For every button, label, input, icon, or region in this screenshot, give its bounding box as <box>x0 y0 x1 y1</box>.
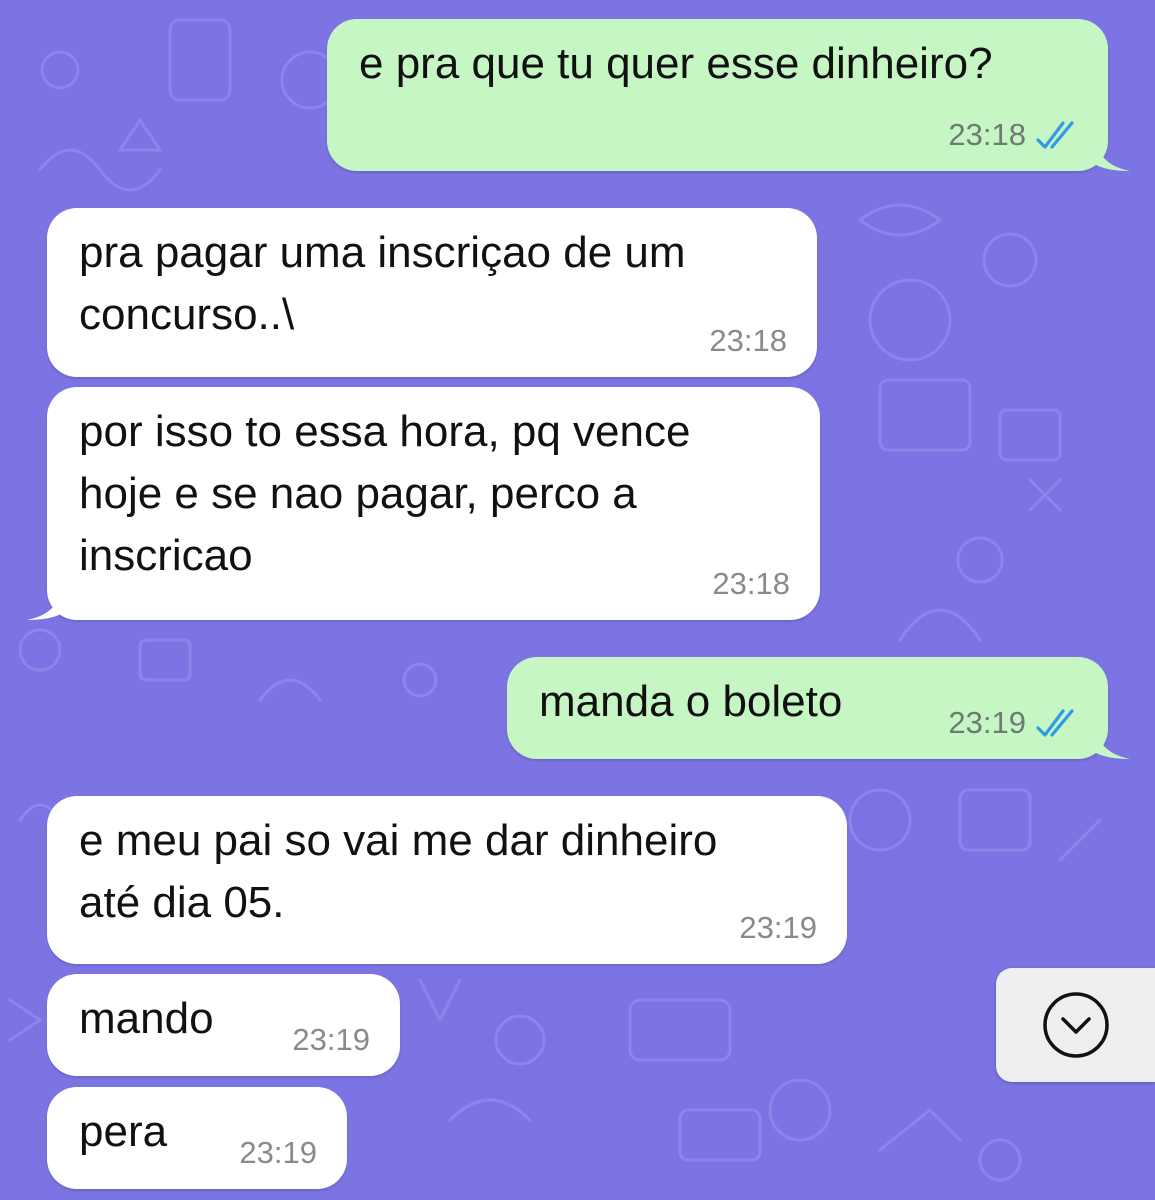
chevron-down-circle-icon <box>1042 992 1109 1058</box>
message-time: 23:19 <box>292 1022 370 1057</box>
bubble-tail <box>27 590 61 620</box>
message-meta: 23:18 <box>948 117 1078 153</box>
message-time: 23:18 <box>948 117 1026 152</box>
bubble-tail <box>1096 141 1130 171</box>
message-text: por isso to essa hora, pq vence hoje e s… <box>79 407 691 580</box>
scroll-to-bottom-button[interactable] <box>996 968 1155 1082</box>
message-bubble-incoming[interactable]: pra pagar uma inscriçao de um concurso..… <box>47 208 817 377</box>
message-meta: 23:19 <box>948 705 1078 741</box>
message-bubble-outgoing[interactable]: e pra que tu quer esse dinheiro? 23:18 <box>327 19 1130 171</box>
message-text: pra pagar uma inscriçao de um concurso..… <box>79 228 686 339</box>
message-meta: 23:18 <box>709 323 787 359</box>
message-bubble-incoming[interactable]: e meu pai so vai me dar dinheiro até dia… <box>47 796 847 964</box>
message-time: 23:19 <box>948 705 1026 740</box>
double-check-icon <box>1036 709 1074 737</box>
bubble-tail <box>1096 729 1130 759</box>
message-meta: 23:19 <box>239 1135 317 1171</box>
message-time: 23:19 <box>739 910 817 945</box>
double-check-icon <box>1036 121 1074 149</box>
message-bubble-incoming[interactable]: pera 23:19 <box>47 1087 347 1189</box>
message-time: 23:18 <box>709 323 787 358</box>
message-text: e meu pai so vai me dar dinheiro até dia… <box>79 816 718 927</box>
message-bubble-outgoing[interactable]: manda o boleto 23:19 <box>507 657 1130 759</box>
message-text: e pra que tu quer esse dinheiro? <box>359 39 993 88</box>
message-bubble-incoming[interactable]: por isso to essa hora, pq vence hoje e s… <box>27 387 820 620</box>
message-time: 23:18 <box>712 566 790 601</box>
message-time: 23:19 <box>239 1135 317 1170</box>
message-meta: 23:19 <box>292 1022 370 1058</box>
message-bubble-incoming[interactable]: mando 23:19 <box>47 974 400 1076</box>
message-meta: 23:18 <box>712 566 790 602</box>
message-meta: 23:19 <box>739 910 817 946</box>
